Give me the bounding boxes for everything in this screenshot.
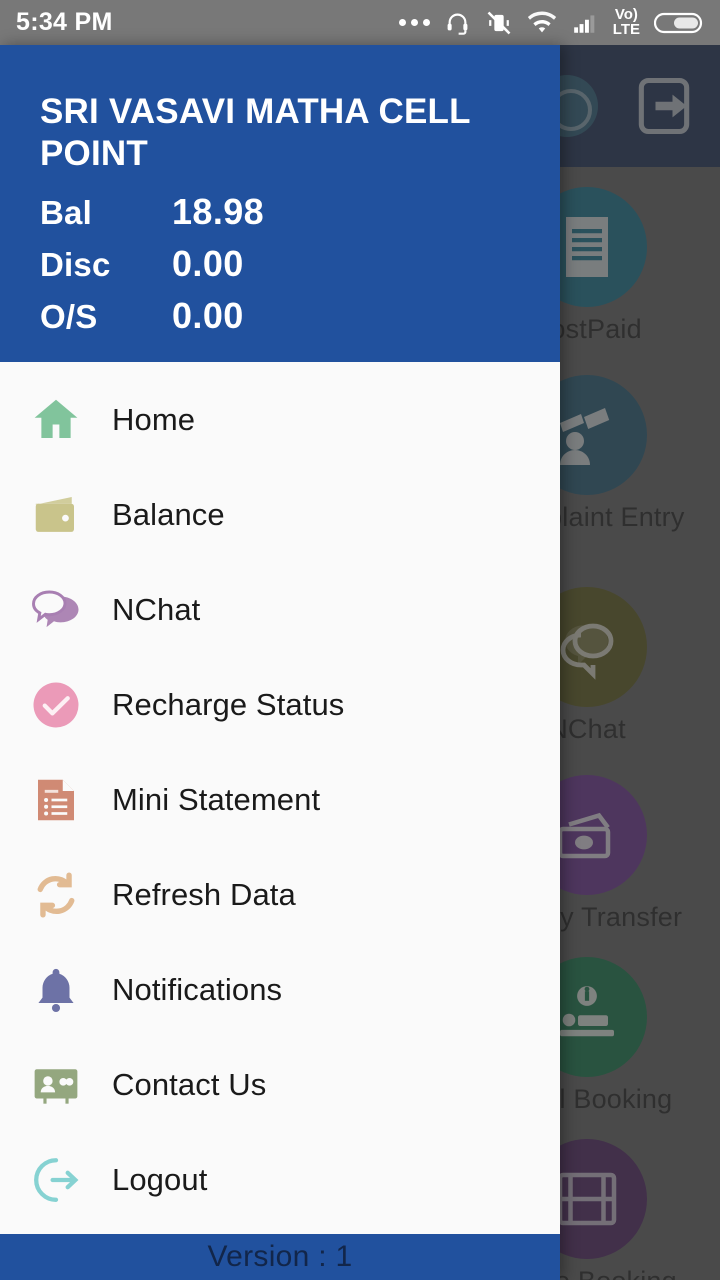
- wallet-icon: [28, 487, 84, 543]
- menu-item-label: Home: [112, 401, 196, 437]
- menu-item-notifications[interactable]: Notifications: [0, 942, 560, 1037]
- menu-item-home[interactable]: Home: [0, 372, 560, 467]
- contact-card-icon: [28, 1057, 84, 1113]
- balance-row: Bal 18.98: [40, 191, 520, 233]
- outstanding-label: O/S: [40, 298, 98, 335]
- menu-item-label: Recharge Status: [112, 686, 345, 722]
- volte-icon: Vo) LTE: [612, 6, 640, 38]
- battery-icon: [654, 12, 703, 33]
- wifi-icon: [527, 10, 556, 32]
- status-bar: 5:34 PM Vo) LTE: [0, 0, 720, 45]
- logout-circle-icon: [28, 1152, 84, 1208]
- more-dots-icon: [398, 19, 430, 26]
- menu-item-recharge-status[interactable]: Recharge Status: [0, 657, 560, 752]
- menu-item-refresh-data[interactable]: Refresh Data: [0, 847, 560, 942]
- outstanding-value: 0.00: [172, 295, 244, 336]
- menu-item-balance[interactable]: Balance: [0, 467, 560, 562]
- discount-value: 0.00: [172, 243, 244, 284]
- vibrate-off-icon: [487, 11, 511, 34]
- menu-item-label: Contact Us: [112, 1066, 267, 1102]
- menu-item-label: Mini Statement: [112, 781, 321, 817]
- version-bar: Version : 1: [0, 1234, 560, 1280]
- document-list-icon: [28, 772, 84, 828]
- chat-bubbles-icon: [28, 582, 84, 638]
- cellular-signal-icon: [573, 14, 595, 33]
- status-icon-tray: Vo) LTE: [398, 6, 704, 38]
- menu-item-logout[interactable]: Logout: [0, 1132, 560, 1227]
- menu-item-label: Balance: [112, 496, 225, 532]
- drawer-header: SRI VASAVI MATHA CELL POINT Bal 18.98 Di…: [0, 45, 560, 362]
- home-icon: [28, 392, 84, 448]
- menu-item-label: Notifications: [112, 971, 283, 1007]
- status-time: 5:34 PM: [16, 8, 113, 36]
- balance-label: Bal: [40, 194, 92, 231]
- version-text: Version : 1: [207, 1240, 353, 1273]
- menu-item-nchat[interactable]: NChat: [0, 562, 560, 657]
- check-circle-icon: [28, 677, 84, 733]
- menu-item-mini-statement[interactable]: Mini Statement: [0, 752, 560, 847]
- navigation-drawer: SRI VASAVI MATHA CELL POINT Bal 18.98 Di…: [0, 45, 560, 1280]
- discount-row: Disc 0.00: [40, 243, 520, 285]
- menu-item-label: NChat: [112, 591, 201, 627]
- discount-label: Disc: [40, 246, 111, 283]
- menu-item-label: Logout: [112, 1161, 208, 1197]
- headset-icon: [447, 13, 468, 35]
- balance-value: 18.98: [172, 191, 265, 232]
- account-name: SRI VASAVI MATHA CELL POINT: [40, 92, 471, 173]
- menu-item-label: Refresh Data: [112, 876, 296, 912]
- bell-icon: [28, 962, 84, 1018]
- phone-screen: PostPaid Complaint Entry: [0, 0, 720, 1280]
- outstanding-row: O/S 0.00: [40, 295, 520, 337]
- menu-item-contact-us[interactable]: Contact Us: [0, 1037, 560, 1132]
- drawer-menu-list: Home Balance NChat Recharge Status Mini …: [0, 362, 560, 1234]
- refresh-icon: [28, 867, 84, 923]
